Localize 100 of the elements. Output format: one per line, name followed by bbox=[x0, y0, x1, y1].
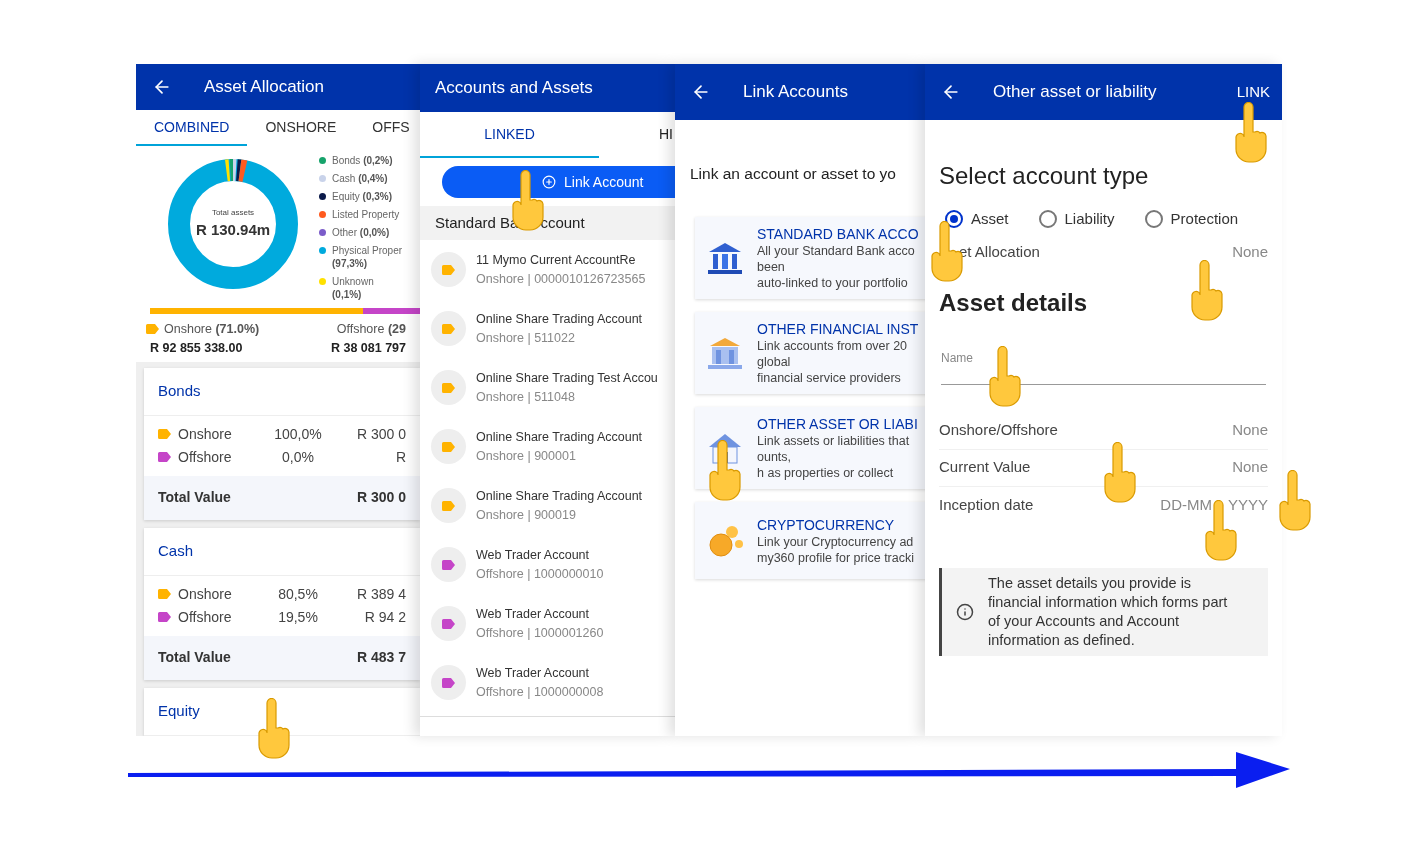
option-description: auto-linked to your portfolio bbox=[757, 275, 909, 292]
region-label: Offshore bbox=[178, 607, 233, 627]
option-description: Link assets or liabilities that bbox=[757, 433, 911, 450]
bank-icon bbox=[705, 240, 745, 277]
offshore-label: Offshore (29 bbox=[336, 321, 406, 338]
radio-option[interactable]: Liability bbox=[1038, 208, 1115, 231]
option-description: global bbox=[757, 354, 792, 371]
account-name: 11 Mymo Current AccountRe bbox=[476, 251, 637, 269]
offshore-value: R 38 081 797 bbox=[330, 339, 406, 357]
onshore-value: R 92 855 338.00 bbox=[150, 339, 244, 357]
link-option-card[interactable]: CRYPTOCURRENCY Link your Cryptocurrency ad my360 profile for price tracki bbox=[695, 502, 925, 580]
field-row[interactable]: Inception date DD-MM YYYY bbox=[939, 486, 1268, 524]
link-option-card[interactable]: OTHER FINANCIAL INST Link accounts from over 20 global financial service providers bbox=[695, 312, 925, 395]
option-description: financial service providers bbox=[757, 370, 902, 387]
tag-icon bbox=[146, 324, 159, 335]
link-button[interactable]: LINK bbox=[1236, 80, 1270, 104]
account-name: Online Share Trading Account bbox=[476, 428, 643, 446]
field-label: Name bbox=[941, 350, 973, 365]
field-value[interactable]: None bbox=[1232, 241, 1268, 264]
section-heading: Select account type bbox=[939, 161, 1150, 191]
screen-title: Accounts and Assets bbox=[435, 77, 593, 100]
chart-caption: Total assets bbox=[211, 206, 255, 219]
region-label: Onshore bbox=[178, 424, 233, 444]
radio-option[interactable]: Protection bbox=[1144, 208, 1239, 231]
account-detail: Onshore | 900019 bbox=[476, 506, 577, 524]
option-description: All your Standard Bank acco bbox=[757, 243, 916, 260]
option-title: OTHER ASSET OR LIABI bbox=[757, 415, 918, 434]
legend-label: Unknown (0,1%) bbox=[332, 275, 375, 301]
field-value: DD-MM bbox=[1160, 494, 1212, 515]
total-label: Total Value bbox=[158, 648, 231, 667]
account-row[interactable]: Online Share Trading Account Onshore | 511022 bbox=[420, 299, 675, 358]
account-row[interactable]: Online Share Trading Account Onshore | 900001 bbox=[420, 417, 675, 476]
legend-label: Physical Proper (97,3%) bbox=[332, 244, 403, 270]
option-title: STANDARD BANK ACCO bbox=[757, 225, 919, 244]
value: R 389 4 bbox=[356, 584, 406, 604]
field-value: None bbox=[1232, 420, 1268, 441]
link-option-card[interactable]: STANDARD BANK ACCO All your Standard Bank acco been auto-linked to your portfolio bbox=[695, 217, 925, 300]
onshore-label: Onshore (71.0%) bbox=[164, 321, 260, 338]
account-name: Web Trader Account bbox=[476, 605, 591, 623]
account-detail: Onshore | 900001 bbox=[476, 447, 577, 465]
option-description: Link your Cryptocurrency ad bbox=[757, 533, 914, 550]
legend-label: Equity (0,3%) bbox=[332, 190, 393, 203]
option-description: Link accounts from over 20 bbox=[757, 338, 909, 355]
section-heading: Asset details bbox=[939, 287, 1088, 318]
account-detail: Onshore | 0000010126723565 bbox=[476, 270, 646, 288]
account-row[interactable]: Online Share Trading Account Onshore | 900019 bbox=[420, 476, 675, 535]
tab[interactable]: HI bbox=[599, 112, 673, 158]
screen-title: Link Accounts bbox=[743, 81, 848, 104]
account-row[interactable]: Web Trader Account Offshore | 1000000010 bbox=[420, 535, 675, 594]
account-detail: Offshore | 1000000008 bbox=[476, 683, 604, 701]
account-name: Online Share Trading Account bbox=[476, 487, 643, 505]
value: R 94 2 bbox=[364, 607, 406, 627]
region-label: Offshore bbox=[178, 447, 233, 467]
option-description: ounts, bbox=[757, 449, 793, 466]
option-description: been bbox=[757, 259, 786, 276]
tab[interactable]: OFFS bbox=[354, 110, 420, 146]
account-detail: Onshore | 511022 bbox=[476, 329, 576, 347]
account-detail: Onshore | 511048 bbox=[476, 388, 576, 406]
option-description: h as properties or collect bbox=[757, 465, 895, 482]
add-icon bbox=[542, 175, 556, 189]
percentage: 0,0% bbox=[281, 447, 315, 467]
account-name: Web Trader Account bbox=[476, 664, 591, 682]
account-detail: Offshore | 1000000010 bbox=[476, 565, 604, 583]
info-icon bbox=[956, 602, 974, 621]
account-row[interactable]: 11 Mymo Current AccountRe Onshore | 0000010126723565 bbox=[420, 240, 675, 299]
asset-class-title[interactable]: Cash bbox=[158, 539, 194, 563]
option-title: OTHER FINANCIAL INST bbox=[757, 320, 919, 339]
link-option-card[interactable]: OTHER ASSET OR LIABI Link assets or liabilities that ounts, h as properties or collect bbox=[695, 407, 925, 490]
total-value: R 483 7 bbox=[356, 648, 406, 667]
tab[interactable]: ONSHORE bbox=[247, 110, 355, 146]
asset-class-title[interactable]: Bonds bbox=[158, 379, 201, 403]
percentage: 19,5% bbox=[277, 607, 319, 627]
bank-icon bbox=[705, 335, 745, 372]
account-name: Online Share Trading Account bbox=[476, 310, 643, 328]
value: R 300 0 bbox=[356, 424, 406, 444]
option-title: CRYPTOCURRENCY bbox=[757, 515, 896, 534]
field-label: Inception date bbox=[939, 494, 1034, 515]
legend-label: Bonds (0,2%) bbox=[332, 154, 393, 167]
asset-class-title[interactable]: Equity bbox=[158, 699, 200, 723]
account-row[interactable]: Web Trader Account Offshore | 1000000008 bbox=[420, 653, 675, 712]
field-value: YYYY bbox=[1227, 494, 1268, 515]
account-row[interactable]: Online Share Trading Test Accou Onshore | 511048 bbox=[420, 358, 675, 417]
intro-text: Link an account or asset to yo bbox=[690, 164, 897, 184]
account-name: Online Share Trading Test Accou bbox=[476, 369, 658, 387]
field-value: None bbox=[1232, 457, 1268, 478]
notice-text: The asset details you provide is financial information which forms part of your Accounts and Account information as defined. bbox=[988, 573, 1229, 650]
option-description: my360 profile for price tracki bbox=[757, 549, 914, 566]
percentage: 100,0% bbox=[273, 424, 323, 444]
value: R bbox=[395, 447, 406, 467]
legend-label: Other (0,0%) bbox=[332, 226, 390, 239]
total-value: R 300 0 bbox=[356, 488, 406, 507]
tab[interactable]: LINKED bbox=[420, 112, 599, 158]
account-name: Web Trader Account bbox=[476, 546, 591, 564]
section-title: ccount bbox=[540, 212, 585, 233]
link-account-button[interactable]: Link Account bbox=[442, 166, 675, 198]
legend-label: Listed Property bbox=[332, 208, 400, 221]
percentage: 80,5% bbox=[277, 584, 319, 604]
account-row[interactable]: Web Trader Account Offshore | 1000001260 bbox=[420, 594, 675, 653]
total-label: Total Value bbox=[158, 488, 231, 507]
total-assets-value: R 130.94m bbox=[195, 219, 271, 240]
